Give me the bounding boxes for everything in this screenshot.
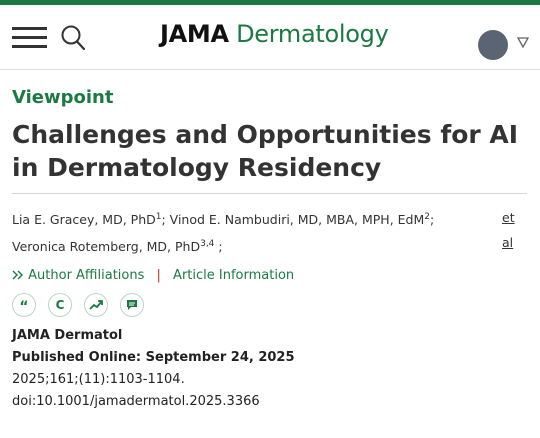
author-link[interactable]: Vinod E. Nambudiri, MD, MBA, MPH, EdM2 <box>170 212 430 227</box>
et-al-link[interactable]: et al <box>502 205 522 255</box>
article-information-link[interactable]: Article Information <box>173 268 294 283</box>
logo-journal-name: Dermatology <box>236 20 389 48</box>
doi: doi:10.1001/jamadermatol.2025.3366 <box>12 394 260 409</box>
comment-icon[interactable] <box>120 293 144 317</box>
double-chevron-right-icon <box>12 270 23 280</box>
publication-info: JAMA Dermatol Published Online: Septembe… <box>12 325 295 413</box>
article-title: Challenges and Opportunities for AI in D… <box>12 120 519 182</box>
divider <box>12 193 527 194</box>
avatar[interactable] <box>478 30 508 60</box>
journal-logo[interactable]: JAMA Dermatology <box>160 19 389 49</box>
article-type: Viewpoint <box>12 87 114 108</box>
search-icon[interactable] <box>60 24 86 52</box>
author-affiliations-link[interactable]: Author Affiliations <box>28 268 144 283</box>
copyright-icon[interactable]: C <box>48 293 72 317</box>
affiliation-links: Author Affiliations | Article Informatio… <box>12 266 294 286</box>
logo-brand: JAMA <box>160 20 229 48</box>
separator: | <box>156 268 161 283</box>
quote-icon[interactable]: “ <box>12 293 36 317</box>
author-link[interactable]: Lia E. Gracey, MD, PhD1 <box>12 212 161 227</box>
author-link[interactable]: Veronica Rotemberg, MD, PhD3,4 <box>12 239 214 254</box>
trending-icon[interactable] <box>84 293 108 317</box>
journal-abbrev: JAMA Dermatol <box>12 328 123 343</box>
citation: 2025;161;(11):1103-1104. <box>12 372 185 387</box>
published-date: Published Online: September 24, 2025 <box>12 350 295 365</box>
author-list: Lia E. Gracey, MD, PhD1; Vinod E. Nambud… <box>12 212 435 255</box>
site-header: JAMA Dermatology <box>0 5 540 70</box>
menu-icon[interactable] <box>12 26 48 50</box>
caret-down-icon[interactable] <box>516 35 530 49</box>
